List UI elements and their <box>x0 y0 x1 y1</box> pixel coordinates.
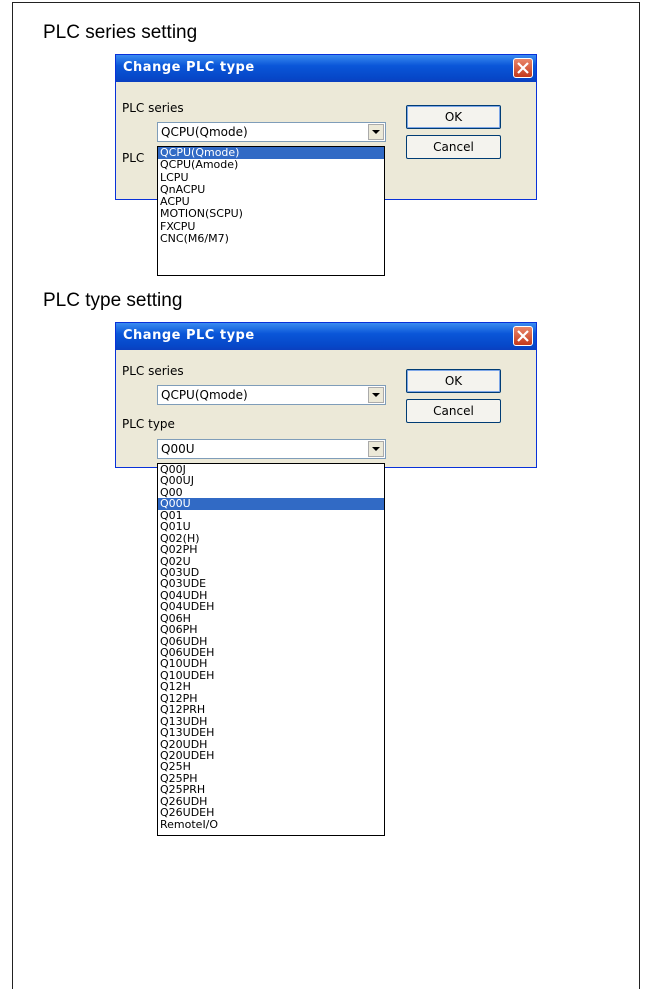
list-item[interactable]: Q04UDH <box>158 590 384 601</box>
dialog-titlebar[interactable]: Change PLC type <box>116 55 536 82</box>
list-item[interactable]: Q06UDH <box>158 636 384 647</box>
plc-series-dropdown-list[interactable]: QCPU(Qmode) QCPU(Amode) LCPU QnACPU ACPU MOTI… <box>157 146 385 276</box>
list-item[interactable]: Q12PRH <box>158 704 384 715</box>
list-item[interactable]: RemoteI/O <box>158 819 384 830</box>
list-item[interactable]: Q26UDEH <box>158 807 384 818</box>
list-item[interactable]: Q06PH <box>158 624 384 635</box>
list-item[interactable]: Q12H <box>158 681 384 692</box>
ok-button[interactable]: OK <box>406 369 501 393</box>
list-item[interactable]: Q10UDH <box>158 658 384 669</box>
list-item[interactable]: Q06UDEH <box>158 647 384 658</box>
chevron-down-icon[interactable] <box>368 387 384 403</box>
plc-type-label: PLC type <box>122 417 175 431</box>
dialog-title: Change PLC type <box>123 328 255 343</box>
list-item[interactable]: FXCPU <box>158 221 384 233</box>
list-item[interactable]: CNC(M6/M7) <box>158 233 384 245</box>
close-icon[interactable] <box>513 326 533 346</box>
list-item[interactable]: Q02(H) <box>158 533 384 544</box>
list-item[interactable]: Q03UD <box>158 567 384 578</box>
plc-series-label: PLC series <box>122 364 184 378</box>
list-item[interactable]: ACPU <box>158 196 384 208</box>
chevron-down-icon[interactable] <box>368 124 384 140</box>
plc-type-value: Q00U <box>161 442 195 456</box>
list-item[interactable]: Q02U <box>158 556 384 567</box>
list-item[interactable]: Q01 <box>158 510 384 521</box>
dialog-title: Change PLC type <box>123 60 255 75</box>
list-item[interactable]: Q06H <box>158 613 384 624</box>
list-item[interactable]: Q12PH <box>158 693 384 704</box>
plc-series-value: QCPU(Qmode) <box>161 388 248 402</box>
cancel-button[interactable]: Cancel <box>406 399 501 423</box>
list-item[interactable]: Q00UJ <box>158 475 384 486</box>
list-item[interactable]: Q13UDH <box>158 716 384 727</box>
list-item[interactable]: Q00J <box>158 464 384 475</box>
list-item[interactable]: Q04UDEH <box>158 601 384 612</box>
series-setting-heading: PLC series setting <box>43 22 198 43</box>
list-item[interactable]: Q25PH <box>158 773 384 784</box>
list-item[interactable]: QCPU(Amode) <box>158 159 384 171</box>
list-item[interactable]: Q00 <box>158 487 384 498</box>
list-item[interactable]: QnACPU <box>158 184 384 196</box>
list-item[interactable]: Q20UDH <box>158 739 384 750</box>
list-item[interactable]: Q02PH <box>158 544 384 555</box>
list-item[interactable]: Q26UDH <box>158 796 384 807</box>
plc-type-combo[interactable]: Q00U <box>157 439 386 459</box>
plc-series-value: QCPU(Qmode) <box>161 125 248 139</box>
list-item[interactable]: QCPU(Qmode) <box>158 147 384 160</box>
list-item[interactable]: Q25H <box>158 761 384 772</box>
plc-series-combo[interactable]: QCPU(Qmode) <box>157 122 386 142</box>
list-item[interactable]: Q25PRH <box>158 784 384 795</box>
plc-series-combo[interactable]: QCPU(Qmode) <box>157 385 386 405</box>
close-icon[interactable] <box>513 58 533 78</box>
dialog-titlebar[interactable]: Change PLC type <box>116 323 536 350</box>
list-item[interactable]: Q10UDEH <box>158 670 384 681</box>
plc-type-dropdown-list[interactable]: Q00J Q00UJ Q00 Q00U Q01 Q01U Q02(H) Q02PH Q02U Q0… <box>157 463 385 836</box>
ok-button[interactable]: OK <box>406 105 501 129</box>
list-item[interactable]: Q01U <box>158 521 384 532</box>
list-item[interactable]: Q00U <box>158 498 384 510</box>
cancel-button[interactable]: Cancel <box>406 135 501 159</box>
type-setting-heading: PLC type setting <box>43 290 183 311</box>
change-plc-type-dialog-2: Change PLC type PLC series QCPU(Qmode) P… <box>115 322 537 468</box>
list-item[interactable]: Q03UDE <box>158 578 384 589</box>
list-item[interactable]: Q13UDEH <box>158 727 384 738</box>
plc-type-label: PLC <box>122 151 145 165</box>
chevron-down-icon[interactable] <box>368 441 384 457</box>
plc-series-label: PLC series <box>122 101 184 115</box>
list-item[interactable]: LCPU <box>158 172 384 184</box>
list-item[interactable]: Q20UDEH <box>158 750 384 761</box>
list-item[interactable]: MOTION(SCPU) <box>158 208 384 220</box>
